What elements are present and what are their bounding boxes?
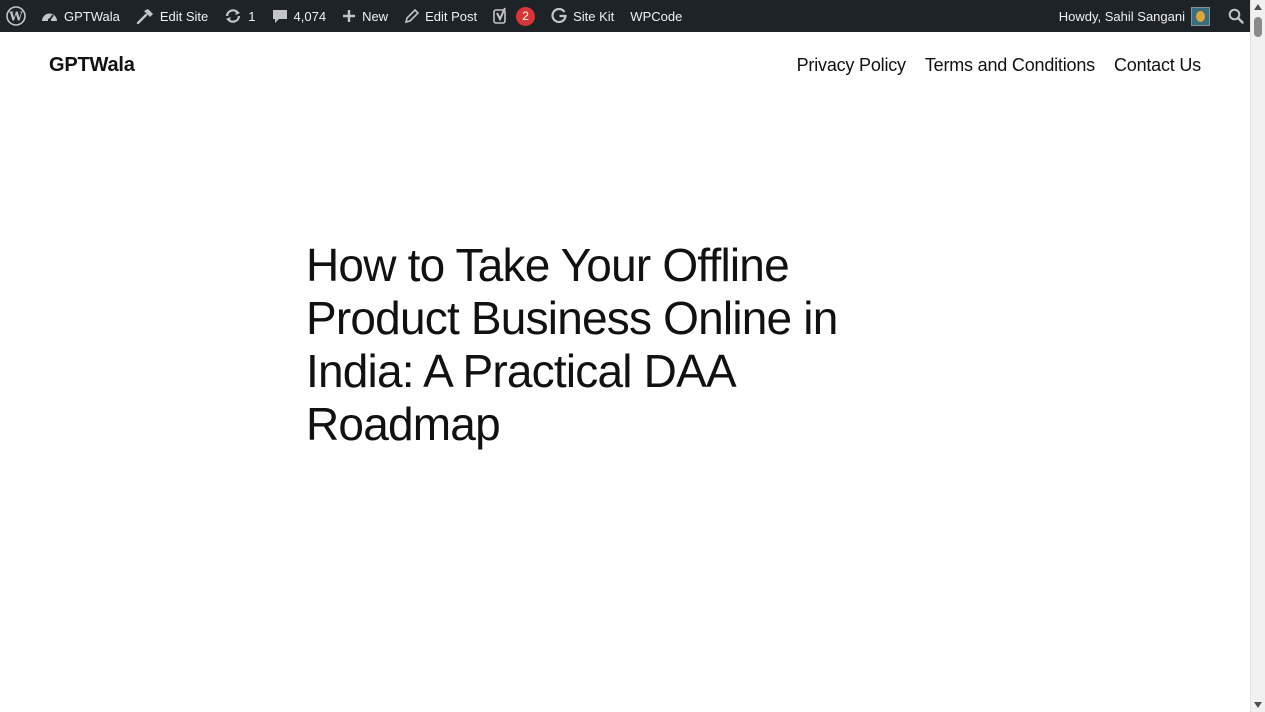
scroll-down-arrow[interactable]: [1254, 702, 1262, 708]
pencil-icon: [404, 8, 420, 24]
site-kit-label: Site Kit: [573, 8, 615, 24]
comments-menu[interactable]: 4,074: [264, 0, 335, 32]
plus-icon: [342, 9, 356, 23]
svg-text:W: W: [8, 10, 23, 24]
comment-icon: [272, 9, 288, 24]
site-kit-menu[interactable]: Site Kit: [543, 0, 622, 32]
hammer-icon: [136, 8, 154, 24]
edit-site-menu[interactable]: Edit Site: [128, 0, 216, 32]
wpcode-menu[interactable]: WPCode: [622, 0, 690, 32]
site-name-label: GPTWala: [64, 8, 120, 24]
avatar: [1191, 6, 1210, 26]
dashboard-icon: [41, 9, 58, 24]
updates-menu[interactable]: 1: [216, 0, 263, 32]
site-title[interactable]: GPTWala: [49, 54, 135, 77]
site-name-menu[interactable]: GPTWala: [33, 0, 128, 32]
wordpress-logo-icon: W: [6, 6, 26, 26]
google-g-icon: [551, 8, 567, 24]
primary-navigation: Privacy Policy Terms and Conditions Cont…: [797, 55, 1202, 76]
new-content-menu[interactable]: New: [334, 0, 396, 32]
admin-bar-left: W GPTWala Edit Site 1 4,074 New Edit Pos…: [0, 0, 690, 32]
nav-link-contact-us[interactable]: Contact Us: [1114, 55, 1201, 76]
page-scrollbar[interactable]: [1250, 0, 1265, 712]
scroll-thumb[interactable]: [1254, 17, 1262, 37]
yoast-icon: [493, 7, 510, 25]
new-label: New: [362, 8, 389, 24]
edit-post-label: Edit Post: [425, 8, 478, 24]
my-account-menu[interactable]: Howdy, Sahil Sangani: [1051, 0, 1218, 32]
wordpress-menu[interactable]: W: [0, 0, 33, 32]
edit-post-menu[interactable]: Edit Post: [396, 0, 485, 32]
yoast-menu[interactable]: 2: [485, 0, 543, 32]
updates-count: 1: [248, 8, 256, 24]
update-icon: [224, 8, 242, 24]
wpcode-label: WPCode: [630, 8, 683, 24]
edit-site-label: Edit Site: [159, 8, 209, 24]
admin-bar-right: Howdy, Sahil Sangani: [1051, 0, 1250, 32]
comments-count: 4,074: [293, 8, 327, 24]
nav-link-privacy-policy[interactable]: Privacy Policy: [797, 55, 906, 76]
admin-bar-search[interactable]: [1218, 0, 1250, 32]
yoast-notification-badge: 2: [516, 6, 536, 26]
admin-bar: W GPTWala Edit Site 1 4,074 New Edit Pos…: [0, 0, 1250, 32]
site-header: GPTWala Privacy Policy Terms and Conditi…: [0, 32, 1250, 102]
scroll-up-arrow[interactable]: [1254, 4, 1262, 10]
howdy-text: Howdy, Sahil Sangani: [1058, 8, 1185, 24]
post-title: How to Take Your Offline Product Busines…: [306, 239, 838, 450]
search-icon: [1228, 8, 1244, 24]
nav-link-terms-and-conditions[interactable]: Terms and Conditions: [925, 55, 1095, 76]
